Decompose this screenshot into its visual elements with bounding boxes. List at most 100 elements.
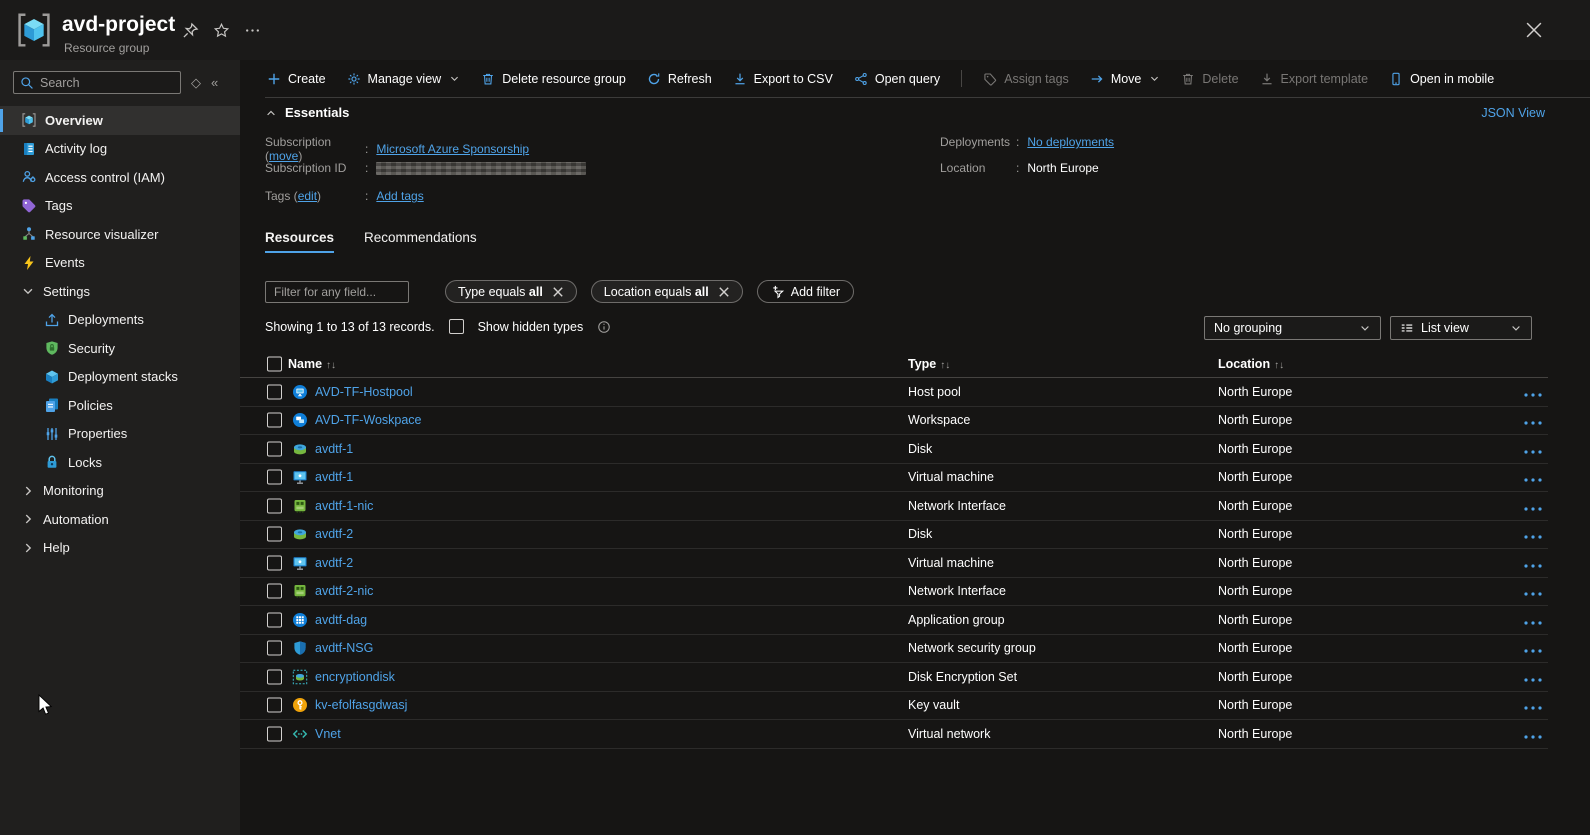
- tab-resources[interactable]: Resources: [265, 230, 334, 253]
- filter-pill-type-equals[interactable]: Type equals all: [445, 280, 577, 303]
- grouping-dropdown[interactable]: No grouping: [1204, 316, 1381, 340]
- row-checkbox[interactable]: [267, 413, 282, 428]
- row-checkbox[interactable]: [267, 641, 282, 656]
- column-header-location[interactable]: Location↑↓: [1218, 357, 1284, 371]
- diamond-icon[interactable]: ◇: [191, 75, 201, 91]
- sidebar-item-events[interactable]: Events: [0, 249, 240, 278]
- row-checkbox[interactable]: [267, 527, 282, 542]
- overview-icon: [21, 112, 37, 128]
- collapse-menu-icon[interactable]: «: [211, 75, 218, 90]
- resource-group-icon: [16, 12, 52, 48]
- filter-input[interactable]: [265, 281, 409, 303]
- sidebar-item-properties[interactable]: Properties: [0, 420, 240, 449]
- close-icon[interactable]: [552, 286, 564, 298]
- row-checkbox[interactable]: [267, 498, 282, 513]
- column-header-type[interactable]: Type↑↓: [908, 357, 950, 371]
- row-menu-button[interactable]: [1522, 416, 1544, 424]
- row-menu-button[interactable]: [1522, 587, 1544, 595]
- move-button[interactable]: Move: [1090, 72, 1161, 86]
- row-menu-button[interactable]: [1522, 616, 1544, 624]
- resource-link[interactable]: avdtf-1: [315, 470, 353, 484]
- sidebar-item-help[interactable]: Help: [0, 534, 240, 563]
- select-all-checkbox[interactable]: [267, 356, 282, 371]
- table-row: encryptiondisk Disk Encryption Set North…: [240, 663, 1548, 692]
- row-menu-button[interactable]: [1522, 673, 1544, 681]
- row-checkbox[interactable]: [267, 584, 282, 599]
- resource-link[interactable]: avdtf-2: [315, 527, 353, 541]
- row-menu-button[interactable]: [1522, 502, 1544, 510]
- resource-location: North Europe: [1218, 641, 1292, 655]
- sidebar-item-activity-log[interactable]: Activity log: [0, 135, 240, 164]
- sidebar-item-overview[interactable]: Overview: [0, 106, 240, 135]
- resource-link[interactable]: avdtf-NSG: [315, 641, 373, 655]
- open-in-mobile-button[interactable]: Open in mobile: [1389, 72, 1494, 86]
- row-checkbox[interactable]: [267, 612, 282, 627]
- toolbar-item-label: Export to CSV: [754, 72, 833, 86]
- sidebar-item-access-control-iam[interactable]: Access control (IAM): [0, 163, 240, 192]
- resource-link[interactable]: AVD-TF-Woskpace: [315, 413, 422, 427]
- title-actions: [182, 22, 261, 39]
- row-menu-button[interactable]: [1522, 388, 1544, 396]
- essentials-toggle[interactable]: Essentials: [265, 105, 349, 120]
- resource-link[interactable]: avdtf-2: [315, 556, 353, 570]
- open-query-button[interactable]: Open query: [854, 72, 940, 86]
- resource-link[interactable]: AVD-TF-Hostpool: [315, 385, 413, 399]
- resource-link[interactable]: Vnet: [315, 727, 341, 741]
- row-menu-button[interactable]: [1522, 559, 1544, 567]
- close-icon[interactable]: [1524, 20, 1544, 40]
- close-icon[interactable]: [718, 286, 730, 298]
- resource-link[interactable]: avdtf-1: [315, 442, 353, 456]
- row-menu-button[interactable]: [1522, 473, 1544, 481]
- row-menu-button[interactable]: [1522, 701, 1544, 709]
- sidebar-item-resource-visualizer[interactable]: Resource visualizer: [0, 220, 240, 249]
- resource-link[interactable]: kv-efolfasgdwasj: [315, 698, 407, 712]
- show-hidden-types-checkbox[interactable]: [449, 319, 464, 334]
- add-tags-link[interactable]: Add tags: [376, 189, 423, 203]
- export-to-csv-button[interactable]: Export to CSV: [733, 72, 833, 86]
- row-menu-button[interactable]: [1522, 530, 1544, 538]
- row-checkbox[interactable]: [267, 726, 282, 741]
- row-checkbox[interactable]: [267, 669, 282, 684]
- resource-link[interactable]: avdtf-dag: [315, 613, 367, 627]
- sidebar-item-monitoring[interactable]: Monitoring: [0, 477, 240, 506]
- subscription-link[interactable]: Microsoft Azure Sponsorship: [376, 142, 529, 156]
- sidebar-item-tags[interactable]: Tags: [0, 192, 240, 221]
- sidebar-item-settings[interactable]: Settings: [0, 277, 240, 306]
- filter-pill-location-equals[interactable]: Location equals all: [591, 280, 743, 303]
- search-input[interactable]: [40, 76, 160, 90]
- ellipsis-icon[interactable]: [244, 22, 261, 39]
- json-view-link[interactable]: JSON View: [1481, 106, 1545, 120]
- resource-link[interactable]: avdtf-2-nic: [315, 584, 373, 598]
- view-dropdown[interactable]: List view: [1390, 316, 1532, 340]
- chevron-right-icon: [21, 541, 35, 555]
- row-checkbox[interactable]: [267, 441, 282, 456]
- delete-resource-group-button[interactable]: Delete resource group: [481, 72, 626, 86]
- row-menu-button[interactable]: [1522, 730, 1544, 738]
- sidebar-item-deployments[interactable]: Deployments: [0, 306, 240, 335]
- row-checkbox[interactable]: [267, 698, 282, 713]
- row-menu-button[interactable]: [1522, 644, 1544, 652]
- edit-tags-link[interactable]: edit: [298, 189, 317, 203]
- sidebar-item-policies[interactable]: Policies: [0, 391, 240, 420]
- row-menu-button[interactable]: [1522, 445, 1544, 453]
- sidebar-item-security[interactable]: Security: [0, 334, 240, 363]
- sidebar-item-locks[interactable]: Locks: [0, 448, 240, 477]
- sidebar-item-deployment-stacks[interactable]: Deployment stacks: [0, 363, 240, 392]
- sidebar-item-automation[interactable]: Automation: [0, 505, 240, 534]
- pin-icon[interactable]: [182, 22, 199, 39]
- star-icon[interactable]: [213, 22, 230, 39]
- refresh-button[interactable]: Refresh: [647, 72, 712, 86]
- column-header-name[interactable]: Name↑↓: [288, 357, 336, 371]
- row-checkbox[interactable]: [267, 555, 282, 570]
- row-checkbox[interactable]: [267, 470, 282, 485]
- resource-link[interactable]: encryptiondisk: [315, 670, 395, 684]
- add-filter-button[interactable]: Add filter: [757, 280, 854, 303]
- manage-view-button[interactable]: Manage view: [347, 72, 461, 86]
- toolbar-item-label: Open query: [875, 72, 940, 86]
- deployments-link[interactable]: No deployments: [1027, 135, 1114, 149]
- create-button[interactable]: Create: [267, 72, 326, 86]
- tab-recommendations[interactable]: Recommendations: [364, 230, 477, 253]
- resource-type: Disk Encryption Set: [908, 670, 1017, 684]
- row-checkbox[interactable]: [267, 384, 282, 399]
- resource-link[interactable]: avdtf-1-nic: [315, 499, 373, 513]
